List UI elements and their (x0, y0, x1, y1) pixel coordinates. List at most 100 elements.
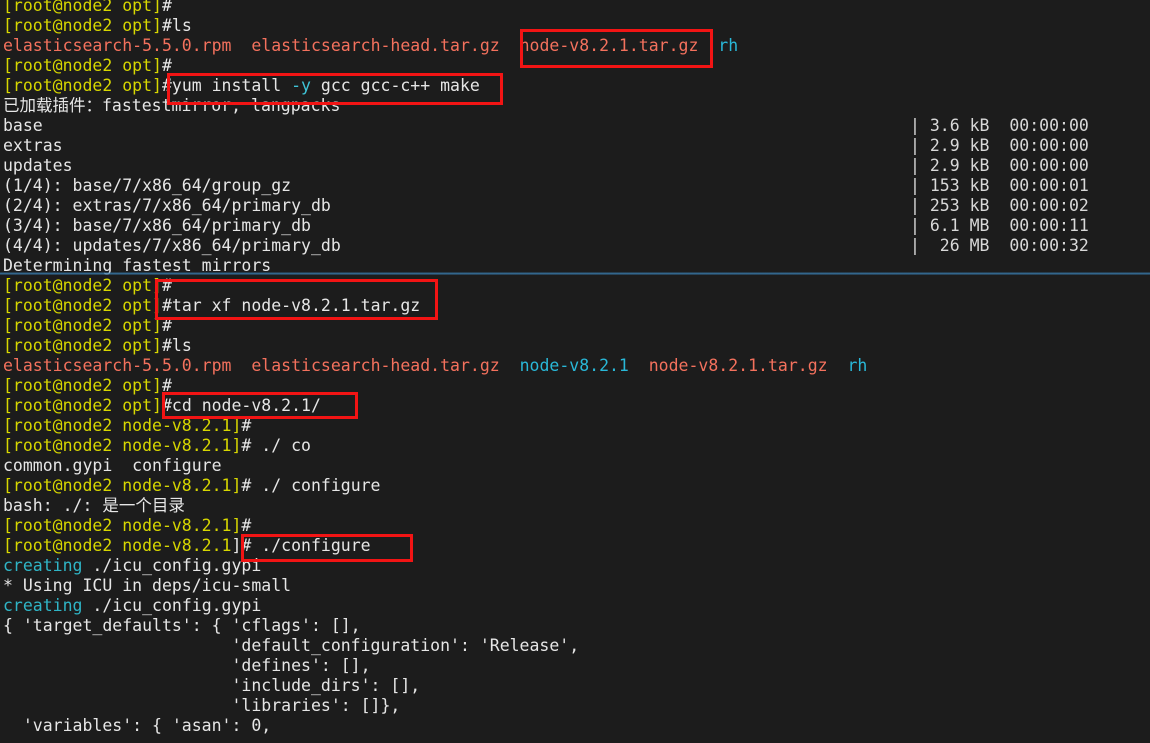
download-size: 153 kB (929, 176, 990, 195)
terminal-line: 'variables': { 'asan': 0, (0, 716, 1150, 736)
terminal-line: [root@node2 opt]# (0, 316, 1150, 336)
terminal-text-segment: [root@node2 opt] (3, 276, 162, 295)
download-progress-row: | 253 kB 00:00:02 (910, 196, 1089, 216)
terminal-text-segment: #cd node-v8.2.1/ (161, 396, 321, 415)
progress-separator-bar: | (910, 116, 920, 135)
download-time: 00:00:01 (1009, 176, 1089, 195)
download-size: 2.9 kB (929, 136, 990, 155)
terminal-text-segment: # (161, 276, 172, 295)
progress-separator-bar: | (910, 156, 920, 175)
terminal-text-segment: [root@node2 node-v8.2.1] (3, 436, 242, 455)
download-time: 00:00:32 (1009, 236, 1089, 255)
terminal-text-segment: 'libraries': []}, (3, 696, 401, 715)
terminal-text-segment: # (241, 516, 252, 535)
terminal-text-segment: [root@node2 opt] (3, 396, 162, 415)
terminal-text-segment: [root@node2 node-v8.2.1] (3, 416, 242, 435)
terminal-screen: [root@node2 opt]# [root@node2 opt]#ls elas… (0, 0, 1150, 736)
terminal-text-segment: [root@node2 opt] (3, 76, 162, 95)
terminal-text-segment: 'include_dirs': [], (3, 676, 421, 695)
terminal-text-segment: [root@node2 node-v8.2.1] (3, 516, 242, 535)
terminal-line: [root@node2 node-v8.2.1]# ./configure (0, 536, 1150, 556)
terminal-text-segment: [root@node2 node-v8.2.1 (3, 536, 232, 555)
terminal-text-segment: rh (847, 356, 868, 375)
terminal-text-segment: creating (3, 556, 83, 575)
terminal-text-segment: -y (291, 76, 311, 95)
terminal-line: [root@node2 node-v8.2.1]# (0, 416, 1150, 436)
download-size: 6.1 MB (929, 216, 990, 235)
terminal-text-segment: (2/4): extras/7/x86_64/primary_db (3, 196, 331, 215)
terminal-text-segment: elasticsearch-head.tar.gz (251, 356, 500, 375)
terminal-text-segment: elasticsearch-head.tar.gz (251, 36, 500, 55)
terminal-text-segment: elasticsearch-5.5.0.rpm (3, 356, 232, 375)
progress-separator-bar: | (910, 136, 920, 155)
terminal-line: [root@node2 node-v8.2.1]# (0, 516, 1150, 536)
download-time: 00:00:02 (1009, 196, 1089, 215)
terminal-text-segment: [root@node2 opt] (3, 316, 162, 335)
terminal-text-segment: ./icu_config.gypi (82, 596, 262, 615)
terminal-line: elasticsearch-5.5.0.rpm elasticsearch-he… (0, 36, 1150, 56)
terminal-text-segment: (4/4): updates/7/x86_64/primary_db (3, 236, 341, 255)
terminal-text-segment: #ls (161, 16, 192, 35)
terminal-line: elasticsearch-5.5.0.rpm elasticsearch-he… (0, 356, 1150, 376)
progress-separator-bar: | (910, 216, 920, 235)
terminal-line: [root@node2 node-v8.2.1]# ./ co (0, 436, 1150, 456)
terminal-line: 已加载插件：fastestmirror, langpacks (0, 96, 1150, 116)
terminal-line: [root@node2 opt]# (0, 56, 1150, 76)
terminal-text-segment: # (241, 416, 252, 435)
terminal-text-segment: [root@node2 opt] (3, 296, 162, 315)
terminal-text-segment: # (161, 376, 172, 395)
terminal-line: 'libraries': []}, (0, 696, 1150, 716)
terminal-window[interactable]: [root@node2 opt]# [root@node2 opt]#ls elas… (0, 0, 1150, 743)
terminal-line: creating ./icu_config.gypi (0, 596, 1150, 616)
terminal-text-segment: Determining fastest mirrors (3, 256, 272, 275)
terminal-text-segment: common.gypi configure (3, 456, 222, 475)
terminal-line: 'defines': [], (0, 656, 1150, 676)
terminal-text-segment: (1/4): base/7/x86_64/group_gz (3, 176, 292, 195)
terminal-text-segment: node-v8.2.1.tar.gz (648, 356, 828, 375)
terminal-text-segment: { 'target_defaults': { 'cflags': [], (3, 616, 361, 635)
terminal-line: bash: ./: 是一个目录 (0, 496, 1150, 516)
terminal-line: Determining fastest mirrors (0, 256, 1150, 276)
terminal-text-segment: # (161, 316, 172, 335)
terminal-text-segment: base (3, 116, 43, 135)
terminal-line: [root@node2 opt]#ls (0, 16, 1150, 36)
terminal-text-segment: * Using ICU in deps/icu-small (3, 576, 292, 595)
terminal-text-segment: [root@node2 opt] (3, 16, 162, 35)
download-progress-row: | 153 kB 00:00:01 (910, 176, 1089, 196)
terminal-text-segment: # (161, 56, 172, 75)
terminal-line: * Using ICU in deps/icu-small (0, 576, 1150, 596)
terminal-text-segment: creating (3, 596, 83, 615)
terminal-line: [root@node2 node-v8.2.1]# ./ configure (0, 476, 1150, 496)
download-time: 00:00:00 (1009, 136, 1089, 155)
download-progress-row: | 2.9 kB 00:00:00 (910, 136, 1089, 156)
terminal-text-segment: [root@node2 opt] (3, 56, 162, 75)
terminal-text-segment: node-v8.2.1.tar.gz (519, 36, 699, 55)
terminal-text-segment: #tar xf node-v8.2.1.tar.gz (161, 296, 421, 315)
terminal-text-segment: 已加载插件：fastestmirror, langpacks (3, 96, 341, 115)
terminal-text-segment: # ./ co (241, 436, 311, 455)
download-time: 00:00:00 (1009, 156, 1089, 175)
terminal-text-segment: ]# ./configure (231, 536, 371, 555)
terminal-text-segment: 'defines': [], (3, 656, 371, 675)
terminal-text-segment: node-v8.2.1 (519, 356, 629, 375)
terminal-line: 'default_configuration': 'Release', (0, 636, 1150, 656)
terminal-text-segment: [root@node2 node-v8.2.1] (3, 476, 242, 495)
terminal-text-segment: 'variables': { 'asan': 0, (3, 716, 272, 735)
terminal-text-segment: ./icu_config.gypi (82, 556, 262, 575)
terminal-line: common.gypi configure (0, 456, 1150, 476)
terminal-text-segment: (3/4): base/7/x86_64/primary_db (3, 216, 311, 235)
terminal-text-segment: # ./ configure (241, 476, 381, 495)
download-progress-row: | 3.6 kB 00:00:00 (910, 116, 1089, 136)
terminal-text-segment: [root@node2 opt] (3, 376, 162, 395)
terminal-text-segment: 'default_configuration': 'Release', (3, 636, 580, 655)
terminal-line: [root@node2 opt]#cd node-v8.2.1/ (0, 396, 1150, 416)
terminal-text-segment: # (161, 0, 172, 15)
terminal-line: [root@node2 opt]#yum install -y gcc gcc-… (0, 76, 1150, 96)
terminal-line: [root@node2 opt]#tar xf node-v8.2.1.tar.… (0, 296, 1150, 316)
